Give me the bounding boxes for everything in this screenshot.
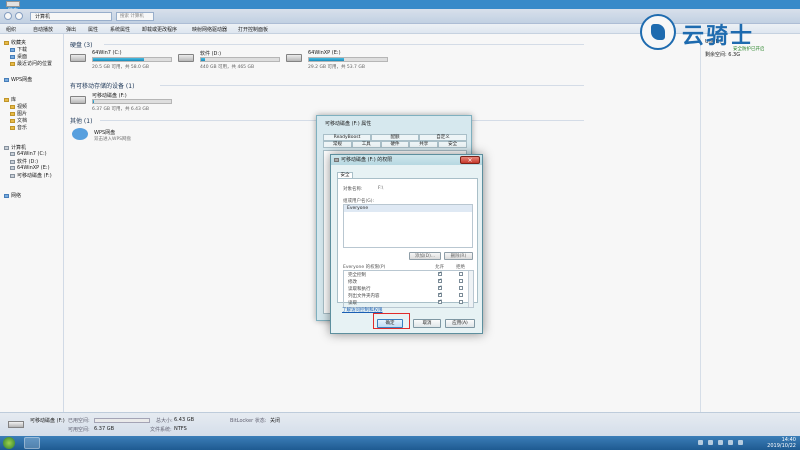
clock-date: 2019/10/22 bbox=[767, 443, 796, 449]
close-button[interactable]: × bbox=[460, 156, 480, 164]
tray-icon[interactable] bbox=[708, 440, 713, 445]
tab-sharing[interactable]: 共享 bbox=[409, 141, 439, 148]
deny-checkbox[interactable] bbox=[459, 286, 463, 290]
table-row: 完全控制 bbox=[344, 271, 473, 278]
scrollbar[interactable] bbox=[468, 271, 473, 307]
object-value: F:\ bbox=[378, 186, 384, 191]
allow-checkbox[interactable] bbox=[438, 271, 442, 276]
tab-security[interactable]: 安全 bbox=[438, 141, 467, 148]
tab-tools[interactable]: 工具 bbox=[351, 141, 381, 148]
dialog-title: 可移动磁盘 (F:) 属性 bbox=[325, 121, 372, 127]
deny-checkbox[interactable] bbox=[459, 272, 463, 276]
list-item[interactable]: Everyone bbox=[344, 205, 472, 212]
tab-readyboost[interactable]: ReadyBoost bbox=[323, 134, 371, 141]
explorer-taskbar-button[interactable] bbox=[24, 437, 40, 449]
deny-checkbox[interactable] bbox=[459, 293, 463, 297]
taskbar: 14:40 2019/10/22 bbox=[0, 436, 800, 450]
table-row: 读取和执行 bbox=[344, 285, 473, 292]
tab-row-bottom: 常规 工具 硬件 共享 安全 bbox=[323, 141, 467, 148]
remove-button[interactable]: 删除(R) bbox=[444, 252, 473, 260]
system-tray: 14:40 2019/10/22 bbox=[688, 436, 800, 450]
table-row: 读取 bbox=[344, 299, 473, 306]
volume-icon[interactable] bbox=[738, 440, 743, 445]
tab-row-top: ReadyBoost 配额 自定义 bbox=[323, 134, 467, 141]
permissions-table: 完全控制 修改 读取和执行 列出文件夹内容 读取 bbox=[343, 270, 474, 308]
deny-checkbox[interactable] bbox=[459, 279, 463, 283]
security-panel: 对象名称: F:\ 组或用户名(G): Everyone 添加(D)... 删除… bbox=[337, 178, 478, 308]
permission-name: 读取 bbox=[348, 301, 357, 306]
table-row: 列出文件夹内容 bbox=[344, 292, 473, 299]
add-button[interactable]: 添加(D)... bbox=[409, 252, 441, 260]
user-list[interactable]: Everyone bbox=[343, 204, 473, 248]
tray-icon[interactable] bbox=[718, 440, 723, 445]
dialog-titlebar: 可移动磁盘 (F:) 的权限 × bbox=[331, 155, 482, 165]
ok-button-highlight bbox=[373, 313, 410, 329]
allow-checkbox[interactable] bbox=[438, 278, 442, 283]
allow-checkbox[interactable] bbox=[438, 299, 442, 304]
start-button[interactable] bbox=[3, 437, 15, 449]
tab-customize[interactable]: 自定义 bbox=[419, 134, 467, 141]
tray-icon[interactable] bbox=[698, 440, 703, 445]
tab-quota[interactable]: 配额 bbox=[371, 134, 419, 141]
dialog-title: 可移动磁盘 (F:) 的权限 bbox=[341, 157, 393, 163]
object-label: 对象名称: bbox=[343, 187, 363, 192]
apply-button[interactable]: 应用(A) bbox=[445, 319, 475, 328]
clock[interactable]: 14:40 2019/10/22 bbox=[767, 437, 796, 449]
tab-hardware[interactable]: 硬件 bbox=[380, 141, 410, 148]
tab-general[interactable]: 常规 bbox=[323, 141, 352, 148]
allow-checkbox[interactable] bbox=[438, 292, 442, 297]
permissions-dialog: 可移动磁盘 (F:) 的权限 × 安全 对象名称: F:\ 组或用户名(G): … bbox=[330, 154, 483, 334]
cancel-button[interactable]: 取消 bbox=[413, 319, 441, 328]
allow-checkbox[interactable] bbox=[438, 285, 442, 290]
deny-checkbox[interactable] bbox=[459, 300, 463, 304]
drive-icon bbox=[334, 158, 339, 162]
network-icon[interactable] bbox=[728, 440, 733, 445]
table-row: 修改 bbox=[344, 278, 473, 285]
